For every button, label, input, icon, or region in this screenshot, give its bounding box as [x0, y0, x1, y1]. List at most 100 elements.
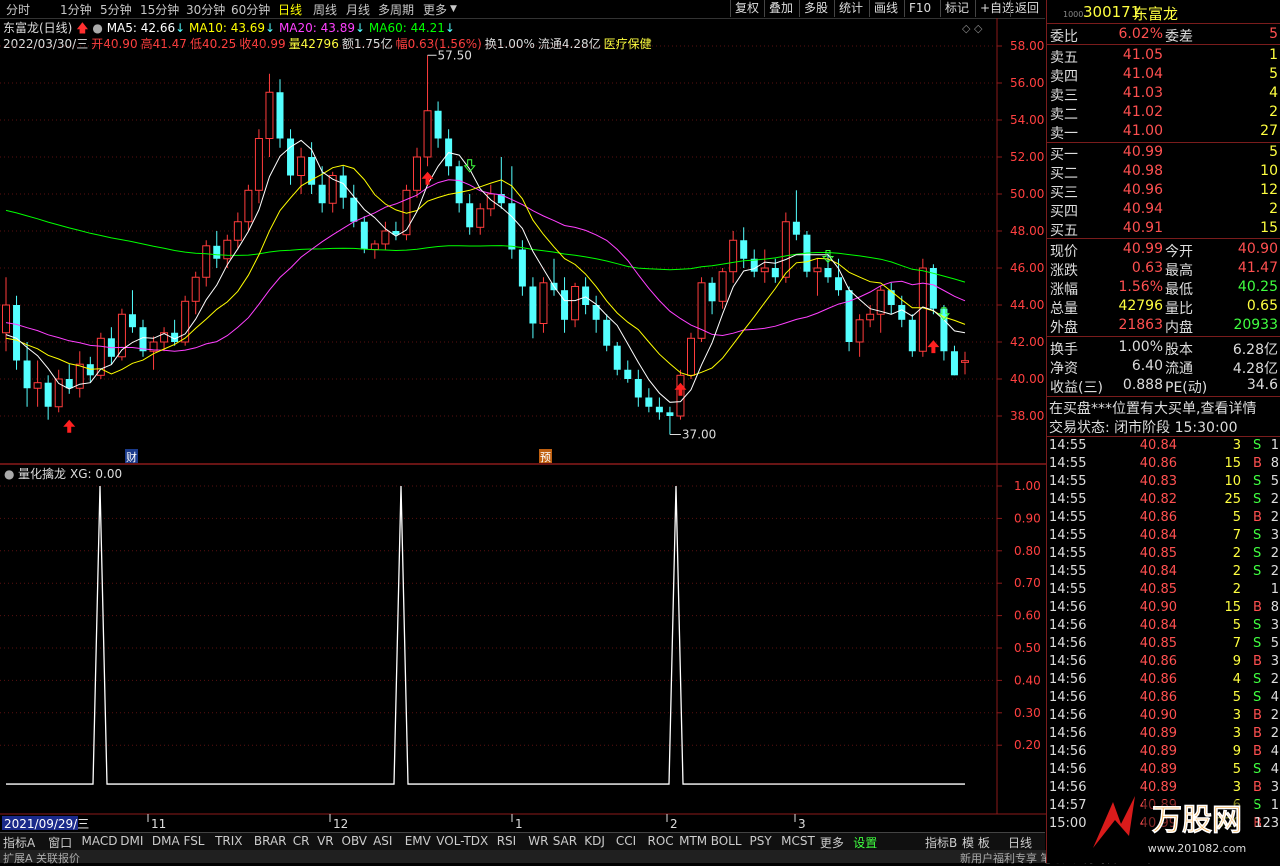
candle-body	[792, 221, 800, 235]
buy-level-3-value: 40.96	[1122, 182, 1163, 198]
indicator-tab-2[interactable]: MACD	[82, 834, 118, 848]
quote-row-7-value2: 34.6	[1246, 377, 1278, 393]
period-tab-15min[interactable]: 15分钟	[140, 1, 179, 18]
fuquan-button[interactable]: 复权	[730, 0, 763, 17]
candle-body	[244, 189, 253, 223]
indicator-tab-3[interactable]: DMI	[120, 834, 143, 848]
quote-row-6-label2: 流通	[1165, 361, 1193, 377]
sell-level-3-value: 41.03	[1122, 85, 1163, 101]
sub-tick-label: 0.70	[1014, 576, 1041, 590]
mark-button[interactable]: 标记	[940, 0, 973, 17]
indicator-tab-15[interactable]: WR	[528, 834, 548, 848]
period-tab-60min[interactable]: 60分钟	[231, 1, 270, 18]
buy-level-1-label: 买一	[1050, 147, 1078, 163]
tick-time: 14:55	[1049, 456, 1087, 471]
tick-volume: 5	[1232, 618, 1241, 633]
buy-signal-arrow	[63, 419, 76, 433]
indicator-tab-21[interactable]: BOLL	[711, 834, 742, 848]
tick-row: 14:56 40.89 9 B 4	[1047, 744, 1280, 762]
overlay-button[interactable]: 叠加	[764, 0, 797, 17]
draw-line-button[interactable]: 画线	[869, 0, 902, 17]
bottom-right-tab-1[interactable]: 模 板	[962, 834, 990, 851]
tick-volume: 9	[1232, 654, 1241, 669]
candle-body	[866, 313, 875, 321]
indicator-tab-20[interactable]: MTM	[679, 834, 707, 848]
multi-stock-button[interactable]: 多股	[799, 0, 832, 17]
indicator-tab-13[interactable]: VOL-TDX	[436, 834, 488, 848]
indicator-tab-17[interactable]: KDJ	[584, 834, 605, 848]
indicator-tab-16[interactable]: SAR	[553, 834, 577, 848]
sell-level-1: 卖一 41.00 27	[1047, 123, 1280, 142]
quote-row-6: 净资 6.40 流通 4.28亿	[1047, 358, 1280, 377]
indicator-tab-7[interactable]: BRAR	[254, 834, 287, 848]
indicator-tab-9[interactable]: VR	[317, 834, 334, 848]
watermark-logo: 万股网 www.201082.com	[1093, 796, 1255, 855]
indicator-tab-6[interactable]: TRIX	[215, 834, 242, 848]
sell-level-3-label: 卖三	[1050, 88, 1078, 104]
period-tab-30min[interactable]: 30分钟	[186, 1, 225, 18]
quote-row-3-value2: 0.65	[1246, 298, 1278, 314]
indicator-tab-8[interactable]: CR	[293, 834, 310, 848]
tick-volume: 5	[1232, 690, 1241, 705]
indicator-tab-18[interactable]: CCI	[616, 834, 636, 848]
f10-button[interactable]: F10	[904, 0, 935, 17]
indicator-tab-1[interactable]: 窗口	[48, 834, 72, 851]
indicator-tab-5[interactable]: FSL	[184, 834, 205, 848]
tick-row: 14:56 40.90 15 B 8	[1047, 600, 1280, 618]
tick-time: 14:56	[1049, 708, 1087, 723]
stats-button[interactable]: 统计	[834, 0, 867, 17]
indicator-tab-23[interactable]: MCST	[781, 834, 815, 848]
period-tab-weekly[interactable]: 周线	[313, 1, 337, 18]
back-button[interactable]: 返回	[1010, 0, 1043, 17]
tick-time: 14:55	[1049, 474, 1087, 489]
indicator-tab-14[interactable]: RSI	[497, 834, 517, 848]
indicator-tab-4[interactable]: DMA	[152, 834, 180, 848]
quote-row-1: 涨跌 0.63 最高 41.47	[1047, 260, 1280, 279]
indicator-tab-11[interactable]: ASI	[373, 834, 392, 848]
price-tick-label: 58.00	[1010, 39, 1044, 53]
period-tab-daily[interactable]: 日线	[278, 1, 302, 18]
tick-time: 15:00	[1049, 816, 1087, 831]
indicator-tab-19[interactable]: ROC	[648, 834, 674, 848]
tick-time: 14:57	[1049, 798, 1087, 813]
status-left[interactable]: 扩展A 关联报价	[3, 850, 80, 866]
quote-row-5-label: 换手	[1050, 342, 1078, 358]
weibi-row-label2: 委差	[1165, 29, 1193, 45]
tick-volume: 3	[1232, 726, 1241, 741]
buy-level-1-value: 40.99	[1122, 144, 1163, 160]
bottom-right-tab-2[interactable]: 日线	[1008, 834, 1032, 851]
candle-body	[2, 304, 10, 334]
tick-price: 40.86	[1139, 672, 1177, 687]
quote-row-7-value: 0.888	[1122, 377, 1163, 393]
tick-count: 2	[1270, 564, 1279, 579]
indicator-tab-25[interactable]: 设置	[853, 834, 877, 851]
period-tab-monthly[interactable]: 月线	[346, 1, 370, 18]
tick-time: 14:55	[1049, 582, 1087, 597]
buy-level-2-value2: 10	[1260, 163, 1278, 179]
indicator-tab-12[interactable]: EMV	[405, 834, 431, 848]
candle-body	[350, 197, 358, 222]
tick-count: 8	[1270, 456, 1279, 471]
sub-tick-label: 0.30	[1014, 706, 1041, 720]
candle-body	[233, 221, 242, 241]
tick-time: 14:56	[1049, 672, 1087, 687]
indicator-tab-22[interactable]: PSY	[750, 834, 772, 848]
tick-time: 14:56	[1049, 600, 1087, 615]
candle-body	[370, 243, 379, 250]
buy-level-3-value2: 12	[1260, 182, 1278, 198]
period-tab-multi[interactable]: 多周期	[378, 1, 414, 18]
tick-time: 14:56	[1049, 780, 1087, 795]
big-order-notice[interactable]: 在买盘***位置有大买单,查看详情	[1049, 398, 1256, 418]
indicator-tab-24[interactable]: 更多	[820, 834, 844, 851]
indicator-tab-0[interactable]: 指标A	[3, 834, 35, 851]
tick-time: 14:56	[1049, 726, 1087, 741]
indicator-tab-10[interactable]: OBV	[342, 834, 368, 848]
period-tab-fenshi[interactable]: 分时	[6, 1, 30, 18]
kline-chart[interactable]: 58.00 56.00 54.00 52.00 50.00 48.00 46.00 44.00…	[0, 18, 1046, 832]
period-tab-more[interactable]: 更多	[423, 1, 447, 18]
chevron-down-icon[interactable]: ▼	[450, 4, 457, 14]
tick-volume: 10	[1224, 474, 1241, 489]
period-tab-5min[interactable]: 5分钟	[100, 1, 132, 18]
period-tab-1min[interactable]: 1分钟	[60, 1, 92, 18]
bottom-right-tab-0[interactable]: 指标B	[925, 834, 957, 851]
